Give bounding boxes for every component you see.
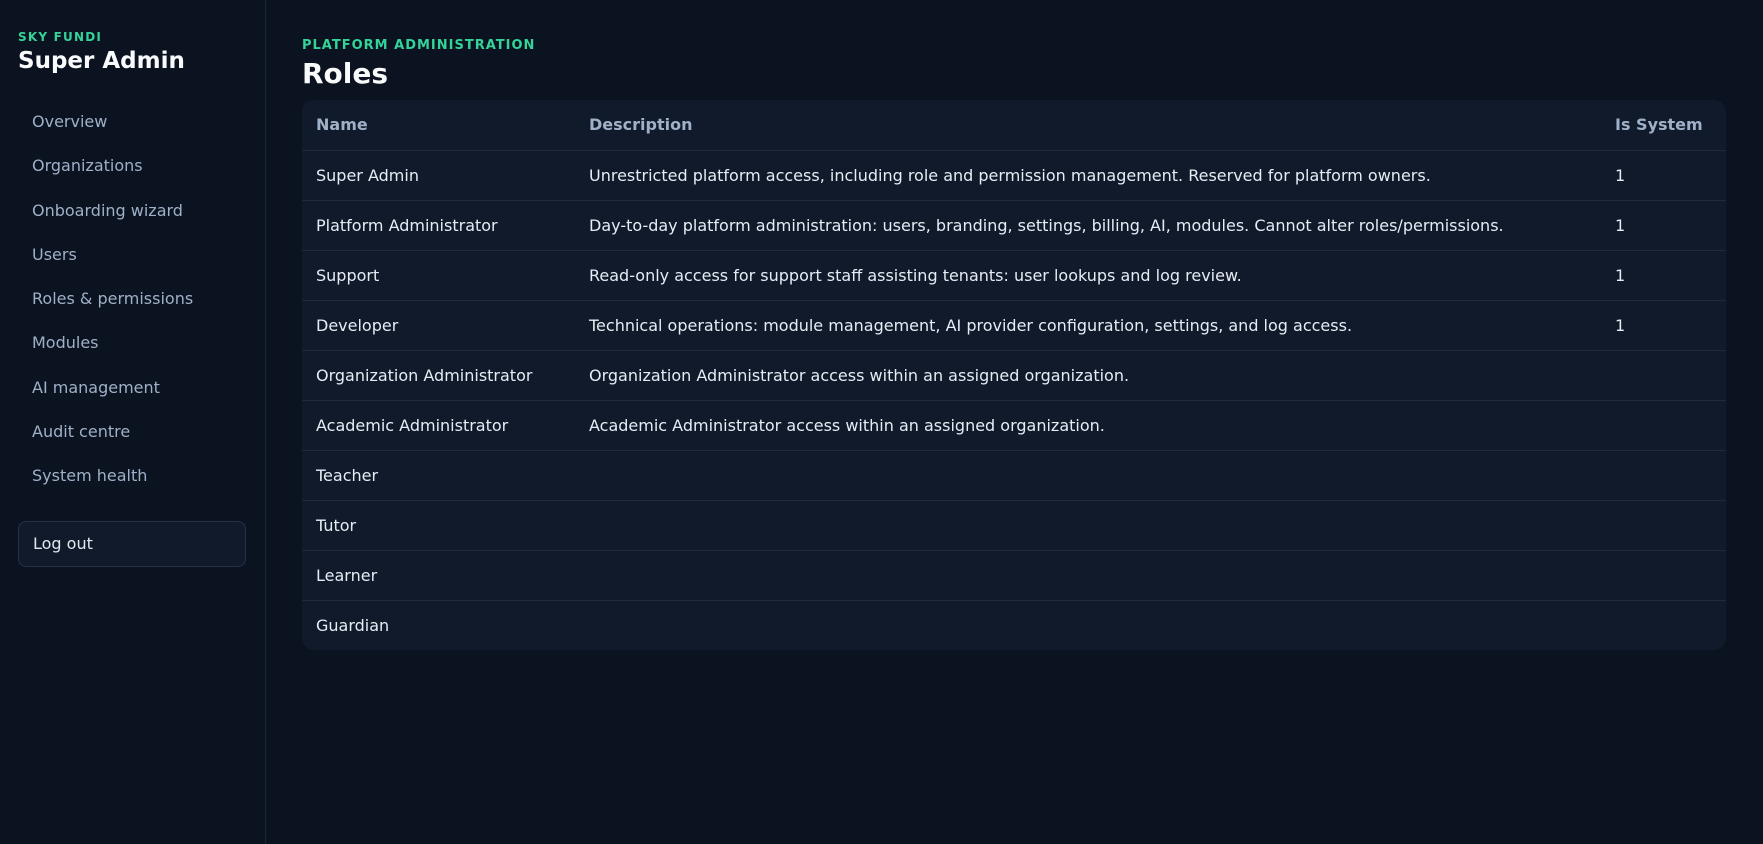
cell-description — [575, 600, 1601, 650]
cell-name: Organization Administrator — [302, 350, 575, 401]
cell-is-system — [1601, 400, 1726, 451]
sidebar-nav: Overview Organizations Onboarding wizard… — [18, 100, 247, 499]
cell-description: Academic Administrator access within an … — [575, 400, 1601, 451]
sidebar-item-system-health[interactable]: System health — [18, 454, 247, 498]
cell-description: Technical operations: module management,… — [575, 300, 1601, 351]
roles-table-card: Name Description Is System Super Admin U… — [302, 100, 1726, 650]
cell-name: Learner — [302, 550, 575, 601]
column-header-is-system[interactable]: Is System — [1601, 100, 1726, 151]
cell-name: Guardian — [316, 615, 390, 635]
sidebar-item-audit-centre[interactable]: Audit centre — [18, 410, 247, 454]
cell-is-system — [1601, 600, 1726, 650]
table-row[interactable]: Platform Administrator Day-to-day platfo… — [302, 200, 1726, 251]
table-row[interactable]: Learner — [302, 550, 1726, 601]
app-root: SKY FUNDI Super Admin Overview Organizat… — [0, 0, 1763, 844]
sidebar-item-onboarding-wizard[interactable]: Onboarding wizard — [18, 189, 247, 233]
cell-name: Super Admin — [302, 150, 575, 201]
sidebar-item-ai-management[interactable]: AI management — [18, 366, 247, 410]
table-row[interactable]: Academic Administrator Academic Administ… — [302, 400, 1726, 451]
cell-name: Academic Administrator — [302, 400, 575, 451]
cell-description — [575, 550, 1601, 601]
cell-is-system — [1601, 450, 1726, 501]
cell-description: Read-only access for support staff assis… — [575, 250, 1601, 301]
sidebar-item-roles-permissions[interactable]: Roles & permissions — [18, 277, 247, 321]
sidebar-item-modules[interactable]: Modules — [18, 321, 247, 365]
table-header-row: Name Description Is System — [302, 100, 1726, 151]
cell-name: Teacher — [302, 450, 575, 501]
column-header-name[interactable]: Name — [302, 100, 575, 151]
table-row[interactable]: Tutor — [302, 500, 1726, 551]
cell-description: Unrestricted platform access, including … — [575, 150, 1601, 201]
cell-description: Organization Administrator access within… — [575, 350, 1601, 401]
table-row[interactable]: Teacher — [302, 450, 1726, 501]
table-row[interactable]: Organization Administrator Organization … — [302, 350, 1726, 401]
cell-name: Developer — [302, 300, 575, 351]
cell-is-system: 1 — [1601, 200, 1726, 251]
cell-name: Platform Administrator — [302, 200, 575, 251]
cell-description — [575, 450, 1601, 501]
page-kicker: PLATFORM ADMINISTRATION — [302, 38, 536, 53]
sidebar: SKY FUNDI Super Admin Overview Organizat… — [0, 0, 266, 844]
cell-description — [575, 500, 1601, 551]
main-content: PLATFORM ADMINISTRATION Roles Name Descr… — [266, 0, 1763, 844]
cell-is-system: 1 — [1601, 300, 1726, 351]
cell-name: Tutor — [302, 500, 575, 551]
cell-is-system: 1 — [1601, 250, 1726, 301]
brand-kicker: SKY FUNDI — [18, 30, 103, 44]
logout-button[interactable]: Log out — [18, 520, 246, 567]
cell-is-system — [1601, 350, 1726, 401]
table-row[interactable]: Super Admin Unrestricted platform access… — [302, 150, 1726, 201]
cell-is-system — [1601, 500, 1726, 551]
table-row[interactable]: Guardian — [302, 600, 1726, 650]
sidebar-item-users[interactable]: Users — [18, 233, 247, 277]
cell-name: Support — [302, 250, 575, 301]
column-header-description[interactable]: Description — [575, 100, 1601, 151]
page-title: Roles — [302, 57, 389, 90]
table-row[interactable]: Support Read-only access for support sta… — [302, 250, 1726, 301]
roles-table: Name Description Is System Super Admin U… — [302, 100, 1726, 650]
sidebar-item-overview[interactable]: Overview — [18, 100, 247, 144]
cell-is-system — [1601, 550, 1726, 601]
cell-description: Day-to-day platform administration: user… — [575, 200, 1601, 251]
table-row[interactable]: Developer Technical operations: module m… — [302, 300, 1726, 351]
brand-title: Super Admin — [18, 48, 185, 74]
sidebar-item-organizations[interactable]: Organizations — [18, 144, 247, 188]
cell-is-system: 1 — [1601, 150, 1726, 201]
